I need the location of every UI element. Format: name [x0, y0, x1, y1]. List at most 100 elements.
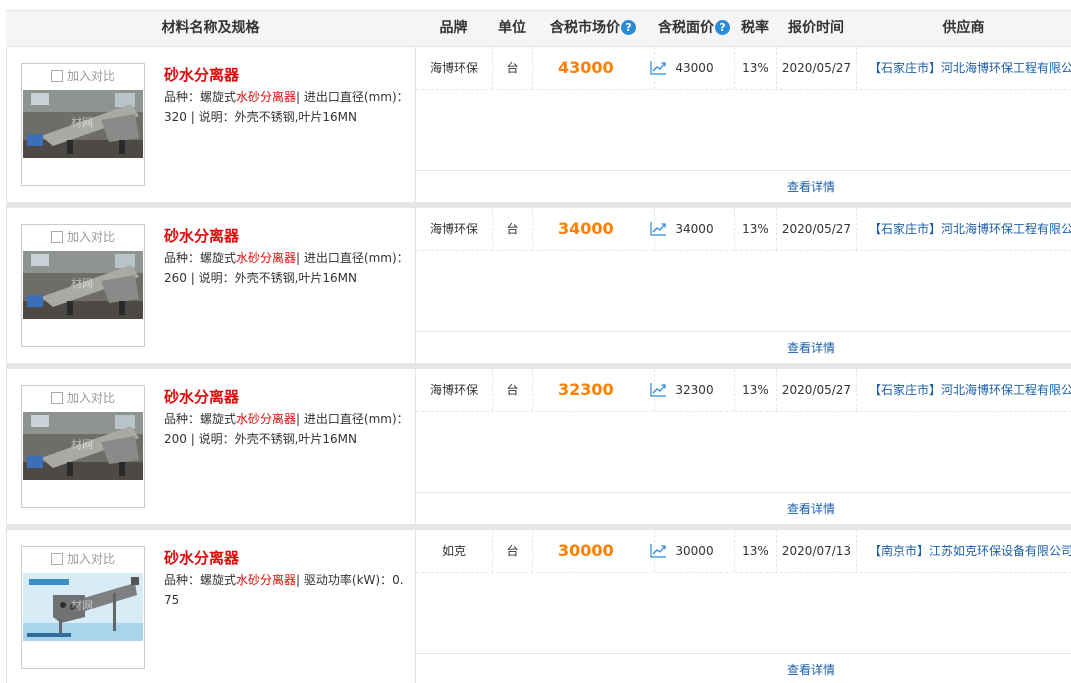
- product-image-box: 加入对比 材网: [21, 63, 145, 186]
- product-photo[interactable]: 材网: [23, 573, 143, 641]
- photo-window: [31, 415, 49, 427]
- support-leg: [67, 140, 73, 154]
- product-row: 加入对比 材网 砂水分离器 品种：螺旋式水砂分离器| 进出口直径(mm)：200…: [6, 369, 1071, 524]
- market-price-cell: 34000: [533, 208, 666, 250]
- unit-cell: 台: [493, 369, 533, 411]
- row-separator: [6, 202, 1071, 208]
- support-leg: [119, 301, 125, 315]
- support-leg: [59, 619, 62, 635]
- view-details-link[interactable]: 查看详情: [787, 502, 835, 516]
- product-row: 加入对比 材网 砂水分离器 品种：螺旋式水砂分离器| 驱动功率(kW)：0.75…: [6, 530, 1071, 683]
- add-compare-label: 加入对比: [66, 391, 115, 405]
- header-brand: 品牌: [439, 20, 468, 36]
- add-compare-checkbox[interactable]: 加入对比: [22, 68, 144, 84]
- row-divider: [416, 411, 1071, 412]
- row-divider: [416, 572, 1071, 573]
- add-compare-checkbox[interactable]: 加入对比: [22, 551, 144, 567]
- quote-time-cell: 2020/05/27: [777, 208, 857, 250]
- spec-type-link[interactable]: 水砂分离器: [236, 573, 296, 587]
- product-image-box: 加入对比 材网: [21, 224, 145, 347]
- checkbox-icon[interactable]: [50, 553, 63, 565]
- view-details-link[interactable]: 查看详情: [787, 341, 835, 355]
- row-separator: [6, 363, 1071, 369]
- row-separator: [6, 524, 1071, 530]
- view-details-link[interactable]: 查看详情: [787, 180, 835, 194]
- row-divider: [416, 653, 1071, 654]
- spec-prefix: 品种：螺旋式: [164, 573, 237, 587]
- help-icon[interactable]: ?: [621, 20, 636, 35]
- watermark-text: 材网: [71, 438, 93, 451]
- product-spec: 品种：螺旋式水砂分离器| 进出口直径(mm)：260 | 说明：外壳不锈钢,叶片…: [164, 248, 409, 288]
- checkbox-icon[interactable]: [50, 231, 63, 243]
- product-photo[interactable]: 材网: [23, 90, 143, 158]
- add-compare-label: 加入对比: [66, 69, 115, 83]
- add-compare-checkbox[interactable]: 加入对比: [22, 229, 144, 245]
- market-price-cell: 43000: [533, 47, 666, 89]
- product-title-link[interactable]: 砂水分离器: [164, 547, 239, 568]
- product-row: 加入对比 材网 砂水分离器 品种：螺旋式水砂分离器| 进出口直径(mm)：260…: [6, 208, 1071, 363]
- face-price-cell: 43000: [655, 47, 735, 89]
- face-price-cell: 30000: [655, 530, 735, 572]
- watermark-text: 材网: [71, 277, 93, 290]
- add-compare-checkbox[interactable]: 加入对比: [22, 390, 144, 406]
- photo-window: [31, 93, 49, 105]
- product-photo[interactable]: 材网: [23, 251, 143, 319]
- header-tax-rate: 税率: [741, 20, 769, 36]
- product-info-cell: 加入对比 材网 砂水分离器 品种：螺旋式水砂分离器| 驱动功率(kW)：0.75: [7, 530, 416, 683]
- spec-type-link[interactable]: 水砂分离器: [236, 412, 296, 426]
- support-leg: [119, 140, 125, 154]
- unit-cell: 台: [493, 208, 533, 250]
- brand-cell: 海博环保: [416, 208, 493, 250]
- product-spec: 品种：螺旋式水砂分离器| 驱动功率(kW)：0.75: [164, 570, 409, 610]
- brand-cell: 海博环保: [416, 47, 493, 89]
- help-icon[interactable]: ?: [715, 20, 730, 35]
- tax-rate-cell: 13%: [735, 530, 777, 572]
- unit-cell: 台: [493, 47, 533, 89]
- watermark-text: 材网: [71, 599, 93, 612]
- row-divider: [416, 170, 1071, 171]
- product-info-cell: 加入对比 材网 砂水分离器 品种：螺旋式水砂分离器| 进出口直径(mm)：200…: [7, 369, 416, 524]
- photo-window: [31, 254, 49, 266]
- product-info-cell: 加入对比 材网 砂水分离器 品种：螺旋式水砂分离器| 进出口直径(mm)：320…: [7, 47, 416, 202]
- header-face-price: 含税面价?: [654, 11, 734, 46]
- face-price-cell: 34000: [655, 208, 735, 250]
- spec-type-link[interactable]: 水砂分离器: [236, 90, 296, 104]
- supplier-link[interactable]: 【石家庄市】河北海博环保工程有限公司: [857, 208, 1071, 250]
- header-market-price: 含税市场价?: [532, 11, 654, 46]
- support-leg: [119, 462, 125, 476]
- add-compare-label: 加入对比: [66, 230, 115, 244]
- header-quote-time: 报价时间: [788, 20, 844, 36]
- supplier-link[interactable]: 【石家庄市】河北海博环保工程有限公司: [857, 369, 1071, 411]
- product-image-box: 加入对比 材网: [21, 546, 145, 669]
- support-leg: [113, 593, 116, 631]
- product-title-link[interactable]: 砂水分离器: [164, 64, 239, 85]
- product-photo[interactable]: 材网: [23, 412, 143, 480]
- market-price-value: 32300: [558, 380, 614, 399]
- supplier-link[interactable]: 【南京市】江苏如克环保设备有限公司: [857, 530, 1071, 572]
- checkbox-icon[interactable]: [50, 70, 63, 82]
- brand-cell: 海博环保: [416, 369, 493, 411]
- supplier-link[interactable]: 【石家庄市】河北海博环保工程有限公司: [857, 47, 1071, 89]
- product-info-cell: 加入对比 材网 砂水分离器 品种：螺旋式水砂分离器| 进出口直径(mm)：260…: [7, 208, 416, 363]
- market-price-value: 34000: [558, 219, 614, 238]
- product-title-link[interactable]: 砂水分离器: [164, 386, 239, 407]
- banner-strip: [29, 579, 69, 585]
- photo-window: [115, 93, 135, 107]
- support-leg: [67, 301, 73, 315]
- motor-part: [27, 295, 43, 307]
- product-image-box: 加入对比 材网: [21, 385, 145, 508]
- view-details-link[interactable]: 查看详情: [787, 663, 835, 677]
- product-title-link[interactable]: 砂水分离器: [164, 225, 239, 246]
- checkbox-icon[interactable]: [50, 392, 63, 404]
- spec-prefix: 品种：螺旋式: [164, 90, 237, 104]
- product-spec: 品种：螺旋式水砂分离器| 进出口直径(mm)：200 | 说明：外壳不锈钢,叶片…: [164, 409, 409, 449]
- tax-rate-cell: 13%: [735, 208, 777, 250]
- product-row: 加入对比 材网 砂水分离器 品种：螺旋式水砂分离器| 进出口直径(mm)：320…: [6, 47, 1071, 202]
- row-divider: [416, 89, 1071, 90]
- motor-part: [27, 456, 43, 468]
- spec-type-link[interactable]: 水砂分离器: [236, 251, 296, 265]
- header-face-price-label: 含税面价: [658, 20, 714, 36]
- header-supplier: 供应商: [942, 20, 985, 36]
- market-price-cell: 30000: [533, 530, 666, 572]
- header-unit: 单位: [498, 20, 526, 36]
